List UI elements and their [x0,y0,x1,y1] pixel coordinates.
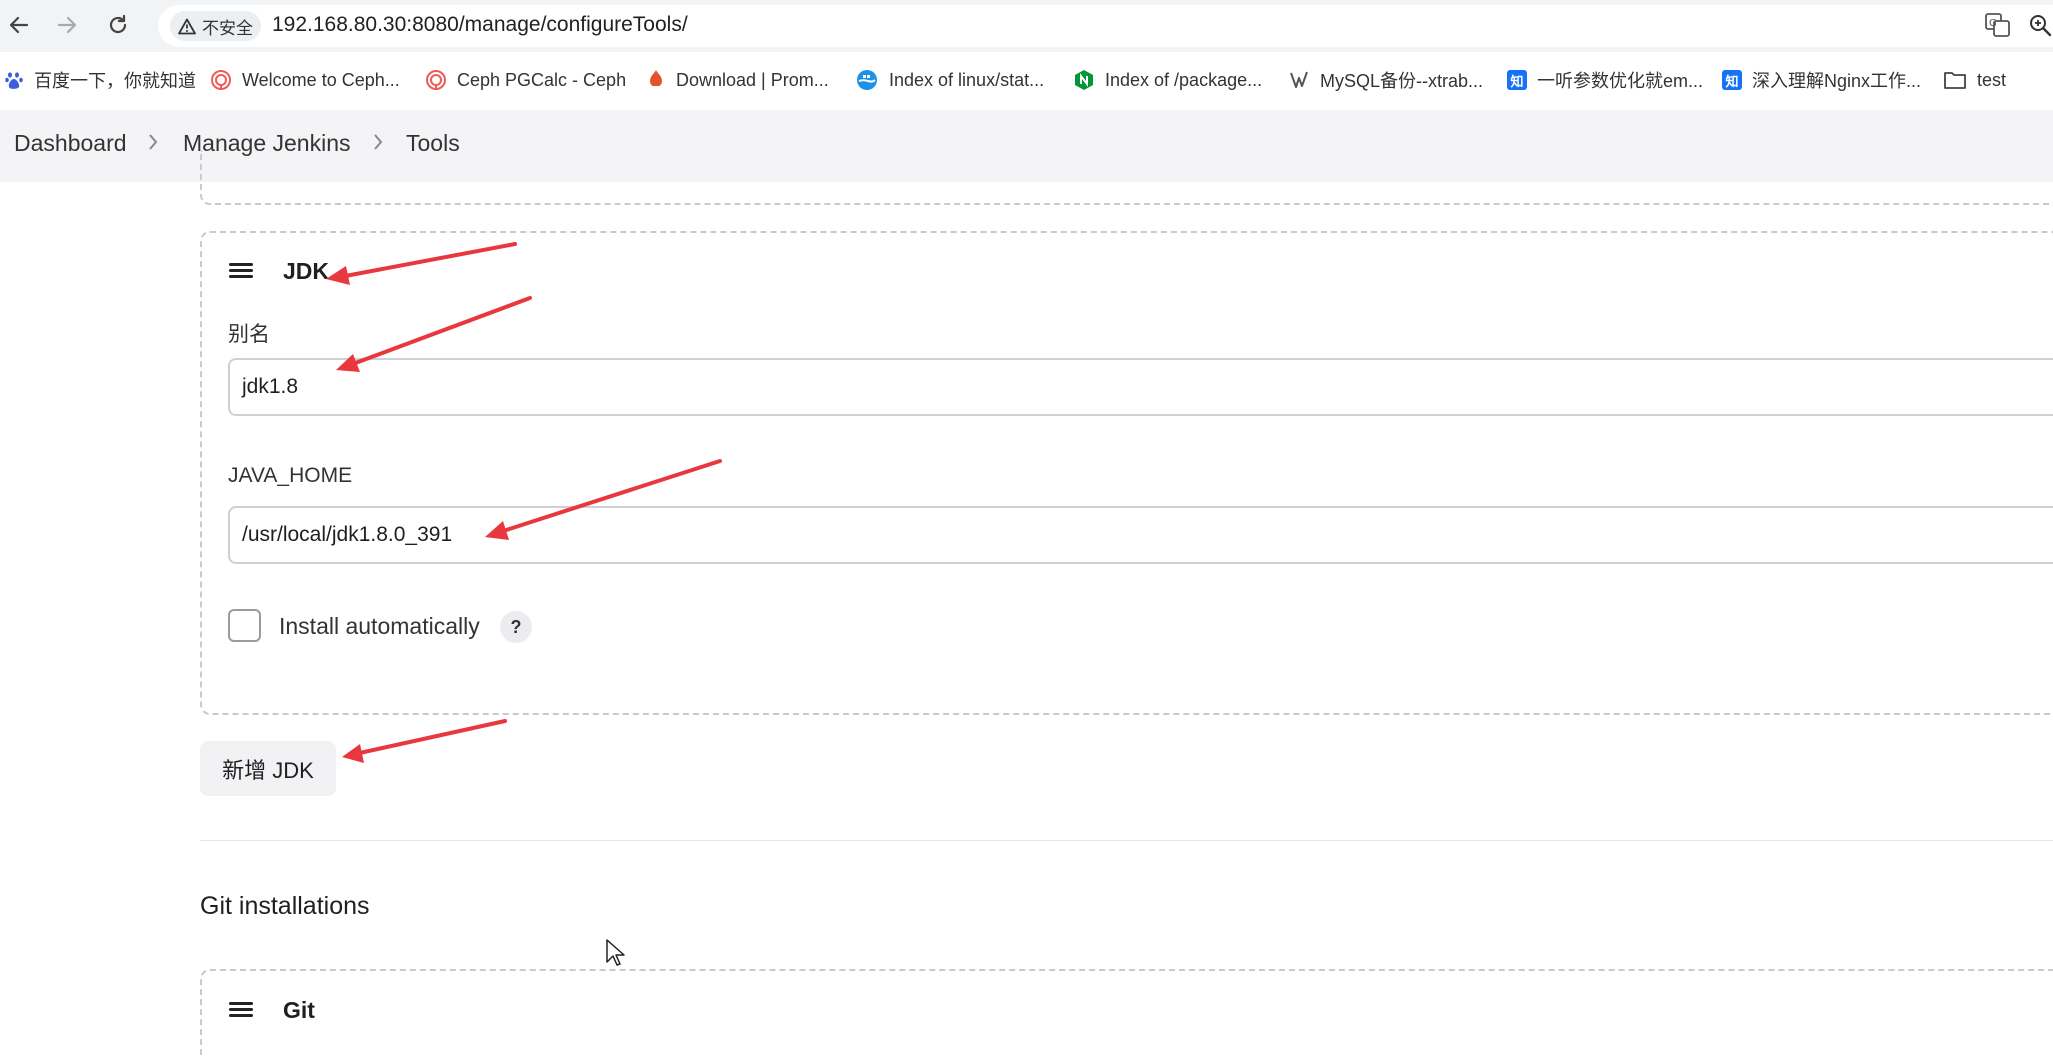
bookmark-label: 一听参数优化就em... [1537,71,1704,91]
browser-toolbar: 不安全 192.168.80.30:8080/manage/configureT… [0,0,2053,52]
zoom-icon[interactable] [2028,13,2052,37]
bookmark-label: Index of /package... [1105,69,1263,90]
reload-icon[interactable] [105,12,131,38]
bookmark-zhihu-nginx[interactable]: 知 深入理解Nginx工作... [1722,66,1921,94]
translate-icon[interactable]: G [1985,13,2011,37]
mouse-cursor-icon [605,938,627,968]
drag-handle-icon[interactable] [229,263,253,279]
url-text[interactable]: 192.168.80.30:8080/manage/configureTools… [272,13,688,37]
bookmark-label: 深入理解Nginx工作... [1752,71,1922,91]
install-automatically-checkbox[interactable] [228,609,261,642]
install-automatically-label[interactable]: Install automatically [279,613,480,640]
previous-tool-card [200,150,2053,205]
chevron-right-icon [147,132,159,158]
bookmark-ceph-welcome[interactable]: Welcome to Ceph... [210,66,400,94]
bookmark-label: MySQL备份--xtrab... [1320,71,1484,91]
java-home-input[interactable]: /usr/local/jdk1.8.0_391 [228,506,2053,564]
git-installations-heading: Git installations [200,892,370,920]
svg-text:G: G [1989,18,1997,29]
warning-icon [178,18,196,34]
nginx-icon [1075,70,1093,90]
jdk-name-input[interactable]: jdk1.8 [228,358,2053,416]
drag-handle-icon[interactable] [229,1002,253,1018]
git-installation-card [200,969,2053,1059]
baidu-icon [5,72,23,89]
bookmark-label: Welcome to Ceph... [242,69,400,90]
breadcrumb-dashboard[interactable]: Dashboard [14,130,127,157]
bookmark-folder-test[interactable]: test [1943,66,2006,94]
back-arrow-icon[interactable] [6,12,32,38]
bookmark-label: Index of linux/stat... [889,69,1045,90]
java-home-label: JAVA_HOME [228,464,353,487]
bookmark-label: 百度一下，你就知道 [34,71,196,91]
folder-icon [1944,72,1966,89]
zhihu-icon: 知 [1722,70,1742,90]
jdk-name-value: jdk1.8 [242,375,299,398]
bookmark-label: Ceph PGCalc - Ceph [457,69,627,90]
jdk-installation-card [200,231,2053,715]
security-label: 不安全 [202,18,253,38]
bookmark-mysql-xtrabackup[interactable]: MySQL备份--xtrab... [1288,66,1483,94]
bookmark-prometheus-download[interactable]: Download | Prom... [646,66,829,94]
jdk-card-title: JDK [283,258,330,284]
annotation-arrow-add-jdk [342,719,507,763]
java-home-value: /usr/local/jdk1.8.0_391 [242,523,453,546]
bookmark-ceph-pgcalc[interactable]: Ceph PGCalc - Ceph [425,66,626,94]
ceph-icon [426,70,446,90]
bookmark-index-linux-static[interactable]: Index of linux/stat... [855,66,1044,94]
bookmark-label: Download | Prom... [676,69,829,90]
ceph-icon [211,70,231,90]
zhihu-icon: 知 [1507,70,1527,90]
bookmark-zhihu-param-tuning[interactable]: 知 一听参数优化就em... [1507,66,1703,94]
security-indicator[interactable]: 不安全 [170,11,261,41]
add-jdk-button[interactable]: 新增 JDK [200,741,336,796]
bookmark-baidu[interactable]: 百度一下，你就知道 [4,66,196,94]
mysql-icon [1290,71,1308,88]
section-divider [200,840,2053,841]
help-icon[interactable]: ? [500,611,532,643]
bookmark-index-package[interactable]: Index of /package... [1073,66,1262,94]
forward-arrow-icon[interactable] [54,12,80,38]
git-card-title: Git [283,997,315,1023]
docker-icon [857,70,877,90]
jdk-name-label: 别名 [228,323,270,346]
prometheus-icon [650,70,662,88]
bookmark-label: test [1977,69,2007,90]
